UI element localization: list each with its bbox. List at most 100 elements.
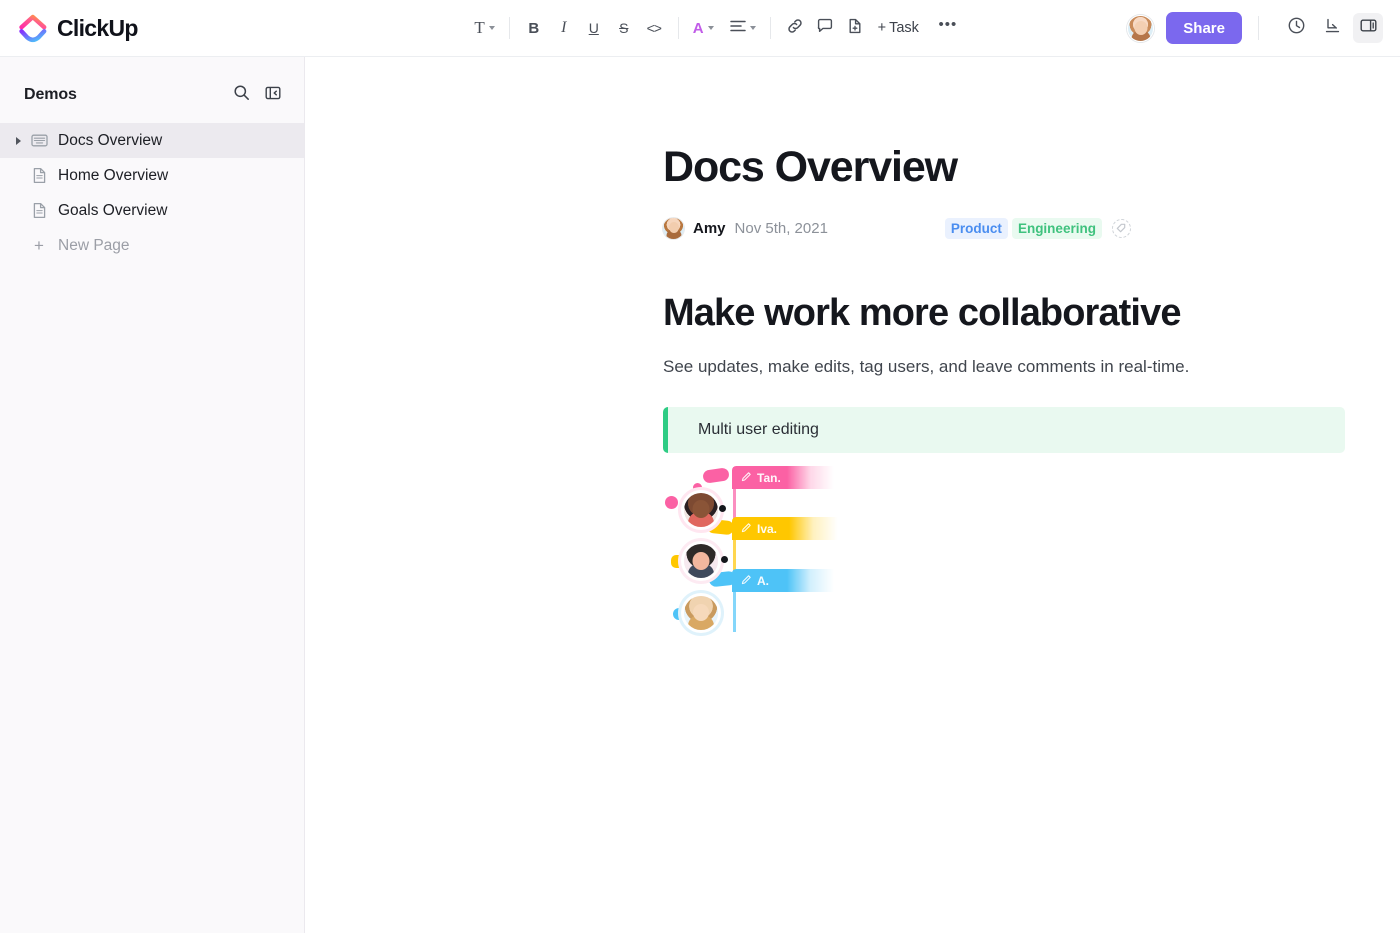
tag-engineering[interactable]: Engineering bbox=[1011, 217, 1102, 239]
italic-icon: I bbox=[561, 19, 567, 36]
link-button[interactable] bbox=[780, 13, 810, 43]
tag-product[interactable]: Product bbox=[944, 217, 1008, 239]
document-canvas: Docs Overview Amy Nov 5th, 2021 Product … bbox=[305, 57, 1400, 933]
underline-button[interactable]: U bbox=[579, 13, 609, 43]
add-task-button[interactable]: + Task bbox=[870, 13, 927, 43]
section-paragraph[interactable]: See updates, make edits, tag users, and … bbox=[663, 357, 1400, 377]
toolbar-divider bbox=[769, 17, 771, 39]
author-name: Amy bbox=[693, 219, 726, 237]
chevron-down-icon bbox=[749, 26, 756, 30]
add-task-label: Task bbox=[889, 20, 919, 36]
more-options-button[interactable]: ••• bbox=[933, 13, 963, 43]
document-icon bbox=[26, 202, 52, 219]
bold-button[interactable]: B bbox=[519, 13, 549, 43]
top-right-actions: Share bbox=[1127, 12, 1400, 44]
underline-icon: U bbox=[588, 20, 599, 36]
sidebar-new-page-label: New Page bbox=[58, 236, 130, 254]
search-icon bbox=[233, 84, 250, 106]
text-style-icon: T bbox=[474, 18, 485, 37]
sidebar: Demos Docs Overview Home Overview Goals … bbox=[0, 57, 305, 933]
decorative-blob bbox=[665, 496, 678, 510]
font-color-icon: A bbox=[692, 19, 704, 37]
share-button[interactable]: Share bbox=[1166, 12, 1242, 44]
align-left-icon bbox=[729, 19, 746, 38]
avatar[interactable] bbox=[663, 217, 684, 239]
strikethrough-icon: S bbox=[619, 20, 629, 36]
document-content: Docs Overview Amy Nov 5th, 2021 Product … bbox=[305, 57, 1400, 642]
user-avatar[interactable] bbox=[1127, 14, 1155, 42]
code-button[interactable]: <> bbox=[639, 13, 669, 43]
strikethrough-button[interactable]: S bbox=[609, 13, 639, 43]
cursor-dot bbox=[721, 556, 728, 564]
cursor-label: A. bbox=[732, 569, 838, 593]
side-panel-icon bbox=[1359, 16, 1378, 40]
decorative-blob bbox=[702, 467, 730, 484]
callout-accent-bar bbox=[663, 407, 668, 454]
brand[interactable]: ClickUp bbox=[0, 13, 305, 43]
collapse-button[interactable] bbox=[1317, 13, 1347, 43]
cursor-name: Iva. bbox=[757, 521, 778, 536]
brand-name: ClickUp bbox=[57, 14, 138, 41]
sidebar-item-home-overview[interactable]: Home Overview bbox=[0, 158, 304, 193]
comment-icon bbox=[816, 17, 834, 40]
sidebar-item-label: Docs Overview bbox=[58, 131, 163, 149]
cursor-name: Tan. bbox=[757, 470, 781, 485]
callout-text: Multi user editing bbox=[698, 421, 819, 439]
avatar bbox=[684, 493, 718, 528]
callout-block[interactable]: Multi user editing bbox=[663, 407, 1345, 454]
cursor-dot bbox=[719, 505, 726, 513]
pencil-icon bbox=[741, 574, 752, 588]
font-color-button[interactable]: A bbox=[688, 13, 719, 43]
editor-toolbar: T B I U S <> A + Task ••• bbox=[305, 13, 1127, 43]
page-add-button[interactable] bbox=[840, 13, 870, 43]
italic-button[interactable]: I bbox=[549, 13, 579, 43]
cursor-label: Tan. bbox=[732, 466, 838, 490]
side-panel-button[interactable] bbox=[1353, 13, 1383, 43]
plus-icon: + bbox=[877, 20, 887, 36]
doc-book-icon bbox=[26, 133, 52, 148]
collapse-arrow-icon bbox=[1323, 16, 1342, 40]
chevron-down-icon bbox=[488, 26, 495, 30]
text-style-button[interactable]: T bbox=[469, 13, 499, 43]
history-button[interactable] bbox=[1281, 13, 1311, 43]
clickup-logo-icon bbox=[18, 13, 48, 43]
avatar bbox=[684, 544, 718, 579]
text-caret bbox=[733, 592, 736, 633]
link-icon bbox=[786, 17, 804, 40]
code-icon: <> bbox=[646, 20, 662, 36]
page-title[interactable]: Docs Overview bbox=[663, 144, 1400, 190]
add-tag-icon[interactable] bbox=[1111, 218, 1131, 238]
top-bar: ClickUp T B I U S <> A + Task ••• Share bbox=[0, 0, 1400, 57]
collaborative-cursors-illustration: Tan. Iva. A. bbox=[663, 466, 923, 642]
tag-list: Product Engineering bbox=[944, 217, 1131, 239]
sidebar-item-label: Goals Overview bbox=[58, 201, 168, 219]
app-body: Demos Docs Overview Home Overview Goals … bbox=[0, 57, 1400, 933]
toolbar-divider bbox=[1258, 16, 1259, 40]
sidebar-item-docs-overview[interactable]: Docs Overview bbox=[0, 123, 304, 158]
plus-icon: + bbox=[34, 235, 44, 255]
cursor-label: Iva. bbox=[732, 517, 842, 541]
pencil-icon bbox=[741, 471, 752, 485]
sidebar-title: Demos bbox=[24, 86, 77, 103]
clock-history-icon bbox=[1287, 16, 1306, 40]
bold-icon: B bbox=[528, 19, 540, 37]
sidebar-page-list: Docs Overview Home Overview Goals Overvi… bbox=[0, 123, 304, 263]
chevron-down-icon bbox=[707, 26, 714, 30]
toolbar-divider bbox=[508, 17, 510, 39]
document-icon bbox=[26, 167, 52, 184]
clickup-docs-app: ClickUp T B I U S <> A + Task ••• Share … bbox=[0, 0, 1400, 933]
sidebar-collapse-icon bbox=[264, 84, 282, 107]
comment-button[interactable] bbox=[810, 13, 840, 43]
sidebar-new-page-button[interactable]: + New Page bbox=[0, 228, 304, 263]
sidebar-search-button[interactable] bbox=[228, 82, 254, 108]
sidebar-item-goals-overview[interactable]: Goals Overview bbox=[0, 193, 304, 228]
cursor-name: A. bbox=[757, 573, 769, 588]
page-add-icon bbox=[846, 17, 864, 40]
expand-triangle-icon[interactable] bbox=[10, 136, 26, 145]
sidebar-collapse-button[interactable] bbox=[260, 82, 286, 108]
section-heading[interactable]: Make work more collaborative bbox=[663, 292, 1400, 335]
avatar bbox=[684, 596, 718, 631]
align-button[interactable] bbox=[725, 13, 761, 43]
sidebar-item-label: Home Overview bbox=[58, 166, 169, 184]
toolbar-divider bbox=[677, 17, 679, 39]
